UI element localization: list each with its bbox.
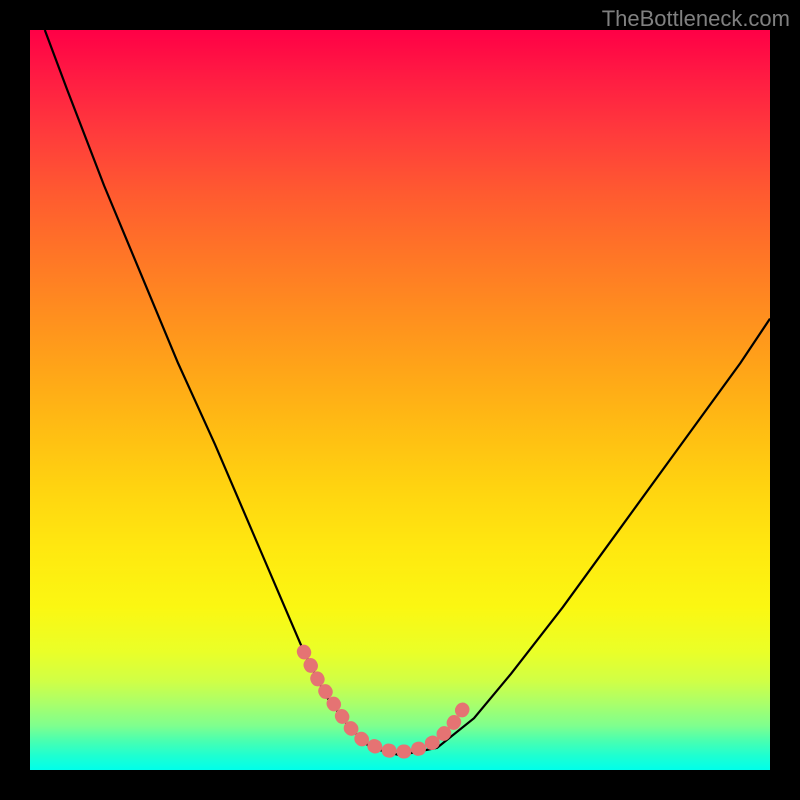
attribution-text: TheBottleneck.com (602, 6, 790, 32)
plot-area (30, 30, 770, 770)
chart-svg (30, 30, 770, 770)
bottleneck-curve-line (45, 30, 770, 755)
optimal-zone-marker (304, 652, 467, 752)
